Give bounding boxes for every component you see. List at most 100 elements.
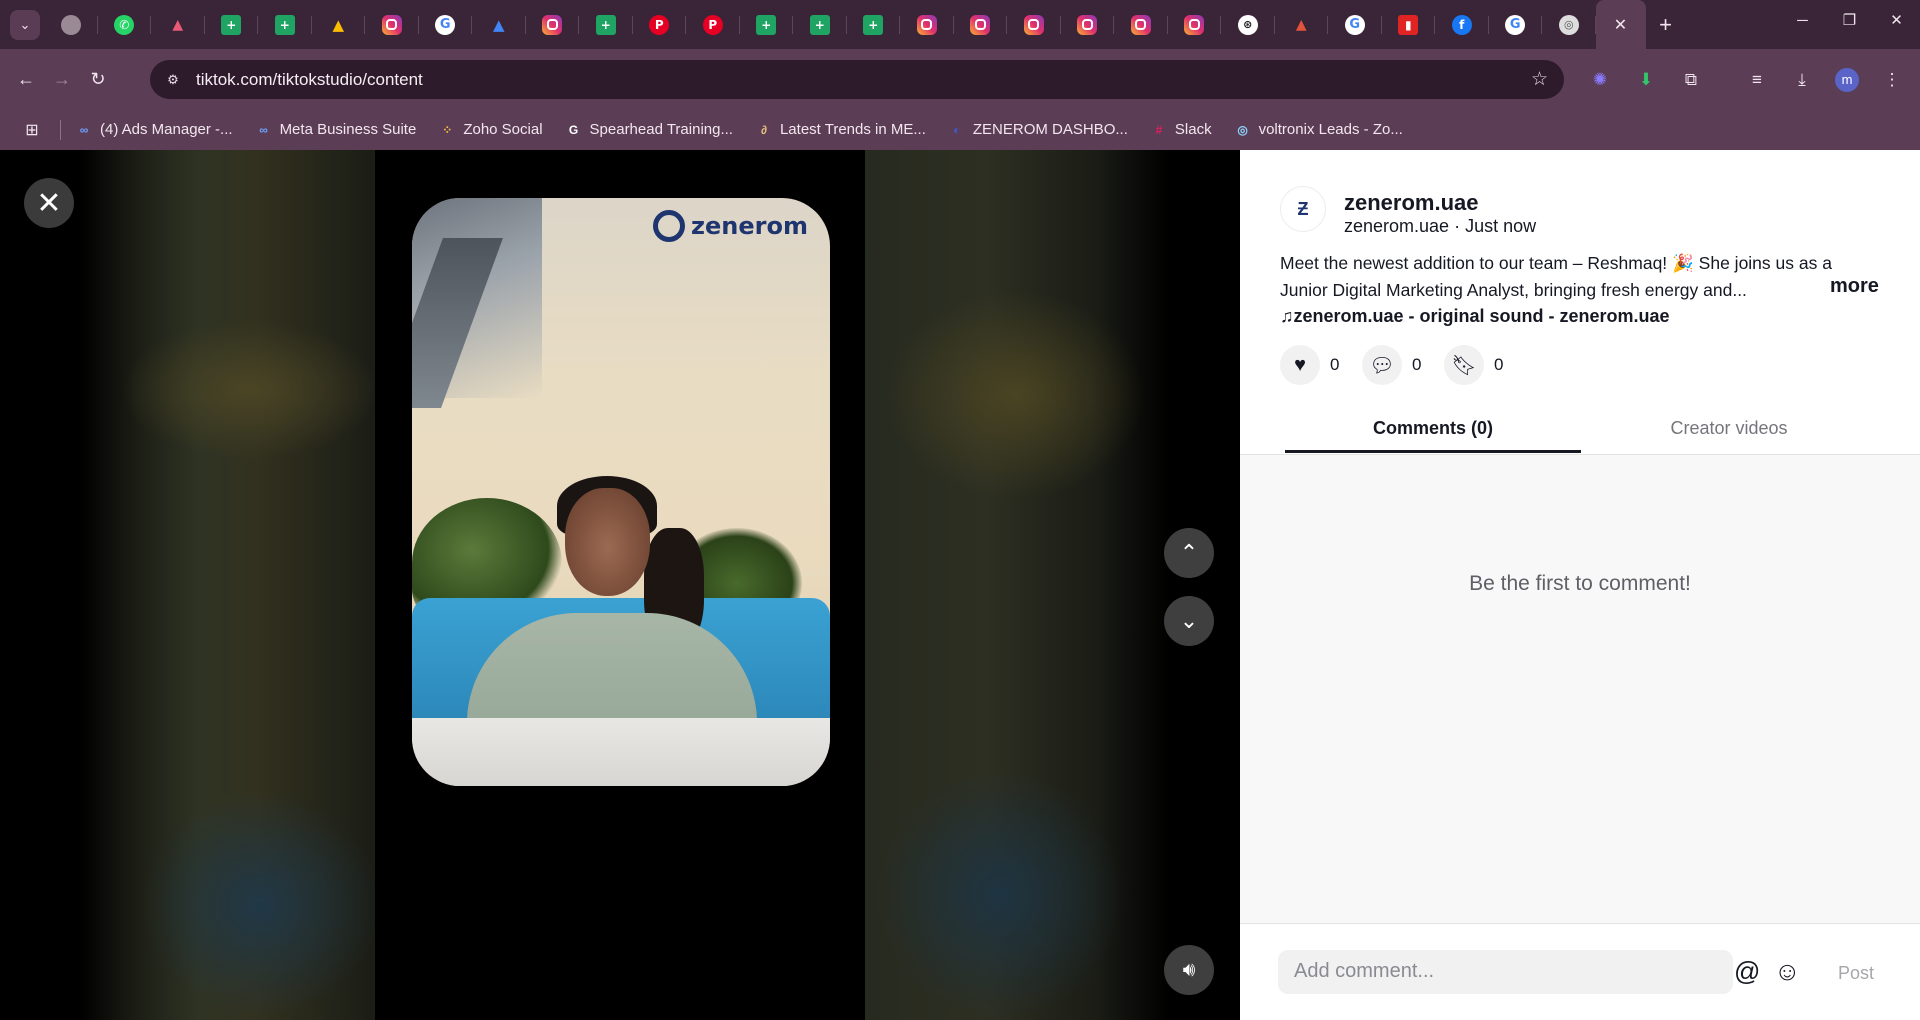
instagram-icon (970, 14, 991, 35)
google-icon: G (568, 122, 579, 137)
pinned-tab[interactable] (1061, 0, 1115, 49)
creator-handle: zenerom.uae (1344, 216, 1450, 236)
caption-more-button[interactable]: more (1830, 275, 1879, 298)
instagram-icon (542, 14, 563, 35)
sound-link[interactable]: ♫zenerom.uae - original sound - zenerom.… (1280, 306, 1670, 327)
pinned-tab[interactable] (526, 0, 580, 49)
pinned-tab[interactable]: + (793, 0, 847, 49)
bookmark-icon[interactable]: 🔖︎ (1444, 345, 1484, 385)
menu-kebab-icon[interactable]: ⋮ (1875, 60, 1909, 99)
close-video-button[interactable]: ✕ (24, 178, 74, 228)
tab-list: ✆ ▲ + + ▲ G ▲ + P P + + + ⊛ ▲ G ▮ f G ◎ (44, 0, 1596, 49)
google-sheets-icon: + (809, 14, 830, 35)
pinned-tab[interactable]: P (686, 0, 740, 49)
mention-at-icon[interactable]: @ (1734, 956, 1760, 987)
minimize-button[interactable]: ─ (1779, 0, 1826, 40)
apps-grid-icon[interactable]: ⊞ (22, 120, 42, 140)
pinned-tab[interactable]: ▲ (472, 0, 526, 49)
hat-icon: ▲ (172, 16, 184, 33)
downloads-icon[interactable]: ⤓ (1785, 60, 1819, 99)
restore-button[interactable]: ❐ (1826, 0, 1873, 40)
new-tab-button[interactable]: + (1646, 0, 1686, 49)
pinned-tab[interactable] (954, 0, 1008, 49)
close-tab-icon[interactable]: ✕ (1614, 15, 1627, 35)
next-video-button[interactable]: ⌄ (1164, 596, 1214, 646)
pinned-tab[interactable]: + (258, 0, 312, 49)
pinned-tab[interactable] (1114, 0, 1168, 49)
google-icon: G (435, 14, 456, 35)
zenerom-logo-text: zenerom (691, 212, 808, 240)
site-info-icon[interactable]: ⚙ (162, 72, 184, 88)
pinned-tab[interactable] (900, 0, 954, 49)
volume-button[interactable]: 🔊︎ (1164, 945, 1214, 995)
video-player[interactable]: zenerom (412, 198, 830, 786)
emoji-icon[interactable]: ☺ (1774, 956, 1801, 987)
comment-placeholder[interactable]: Add comment... (1294, 960, 1434, 983)
pinned-tab[interactable] (1168, 0, 1222, 49)
bookmark-label: Slack (1174, 121, 1212, 138)
blurred-backdrop-left (80, 150, 380, 1020)
media-control-icon[interactable]: ≡ (1740, 60, 1774, 99)
bookmark-item[interactable]: ⁘ Zoho Social (438, 115, 542, 145)
pinned-tab[interactable]: ▲ (1275, 0, 1329, 49)
tab-search-button[interactable]: ⌄ (10, 9, 40, 40)
pinned-tab[interactable]: + (847, 0, 901, 49)
extensions-puzzle-icon[interactable]: ⧉ (1674, 60, 1708, 99)
pinned-tab[interactable]: G (1328, 0, 1382, 49)
address-bar[interactable]: ⚙ tiktok.com/tiktokstudio/content ☆ (150, 60, 1564, 99)
google-sheets-icon: + (863, 14, 884, 35)
bookmark-item[interactable]: ◎ voltronix Leads - Zo... (1234, 115, 1402, 145)
pinned-tab[interactable]: ◎ (1542, 0, 1596, 49)
pinned-tab[interactable]: ⊛ (1221, 0, 1275, 49)
google-ads-icon: ▲ (492, 15, 505, 34)
heart-icon[interactable]: ♥ (1280, 345, 1320, 385)
pinned-tab[interactable]: P (633, 0, 687, 49)
bookmark-item[interactable]: ∞ (4) Ads Manager -... (75, 115, 233, 145)
comment-bubble-icon[interactable]: 💬︎ (1362, 345, 1402, 385)
post-comment-button[interactable]: Post (1838, 963, 1874, 984)
bookmark-label: Spearhead Training... (589, 121, 733, 138)
back-button[interactable]: ← (8, 64, 44, 96)
pinned-tab[interactable]: G (1489, 0, 1543, 49)
creator-avatar[interactable]: Ƶ (1280, 186, 1326, 232)
pinned-tab[interactable]: + (740, 0, 794, 49)
bookmark-item[interactable]: ∂ Latest Trends in ME... (755, 115, 926, 145)
like-count: 0 (1330, 355, 1340, 374)
reload-button[interactable]: ↻ (80, 64, 116, 96)
extension-sparkle-icon[interactable]: ✺ (1583, 60, 1617, 99)
pinned-tab[interactable] (365, 0, 419, 49)
pinned-tab[interactable]: ✆ (98, 0, 152, 49)
url-text[interactable]: tiktok.com/tiktokstudio/content (196, 70, 423, 90)
close-window-button[interactable]: ✕ (1873, 0, 1920, 40)
bookmark-item[interactable]: G Spearhead Training... (565, 115, 733, 145)
bookmark-item[interactable]: # Slack (1150, 115, 1212, 145)
active-tab[interactable]: ✕ (1595, 0, 1646, 49)
extension-download-icon[interactable]: ⬇ (1629, 60, 1663, 99)
pinned-tab[interactable]: ▮ (1382, 0, 1436, 49)
google-sheets-icon: + (756, 14, 777, 35)
google-sheets-icon: + (274, 14, 295, 35)
tab-divider (1240, 454, 1920, 455)
pinned-tab[interactable]: ▲ (312, 0, 366, 49)
google-sheets-icon: + (595, 14, 616, 35)
previous-video-button[interactable]: ⌃ (1164, 528, 1214, 578)
pinned-tab[interactable]: + (579, 0, 633, 49)
bookmark-item[interactable]: ∞ Meta Business Suite (255, 115, 416, 145)
tab-comments[interactable]: Comments (0) (1285, 418, 1581, 439)
creator-username[interactable]: zenerom.uae (1344, 190, 1479, 216)
bookmark-star-icon[interactable]: ☆ (1531, 68, 1548, 91)
instagram-icon (1077, 14, 1098, 35)
pinned-tab[interactable]: f (1435, 0, 1489, 49)
pinned-tab[interactable]: G (419, 0, 473, 49)
profile-avatar[interactable]: m (1830, 60, 1864, 99)
tab-creator-videos[interactable]: Creator videos (1581, 418, 1877, 439)
pinned-tab[interactable] (1007, 0, 1061, 49)
pinned-tab[interactable]: ▲ (151, 0, 205, 49)
active-tab-underline (1285, 450, 1581, 453)
pinned-tab[interactable] (44, 0, 98, 49)
pinned-tab[interactable]: + (205, 0, 259, 49)
whatsapp-icon: ✆ (114, 14, 135, 35)
forward-button[interactable]: → (44, 64, 80, 96)
semrush-icon: ▲ (1295, 16, 1307, 33)
bookmark-item[interactable]: ◐ ZENEROM DASHBO... (948, 115, 1128, 145)
